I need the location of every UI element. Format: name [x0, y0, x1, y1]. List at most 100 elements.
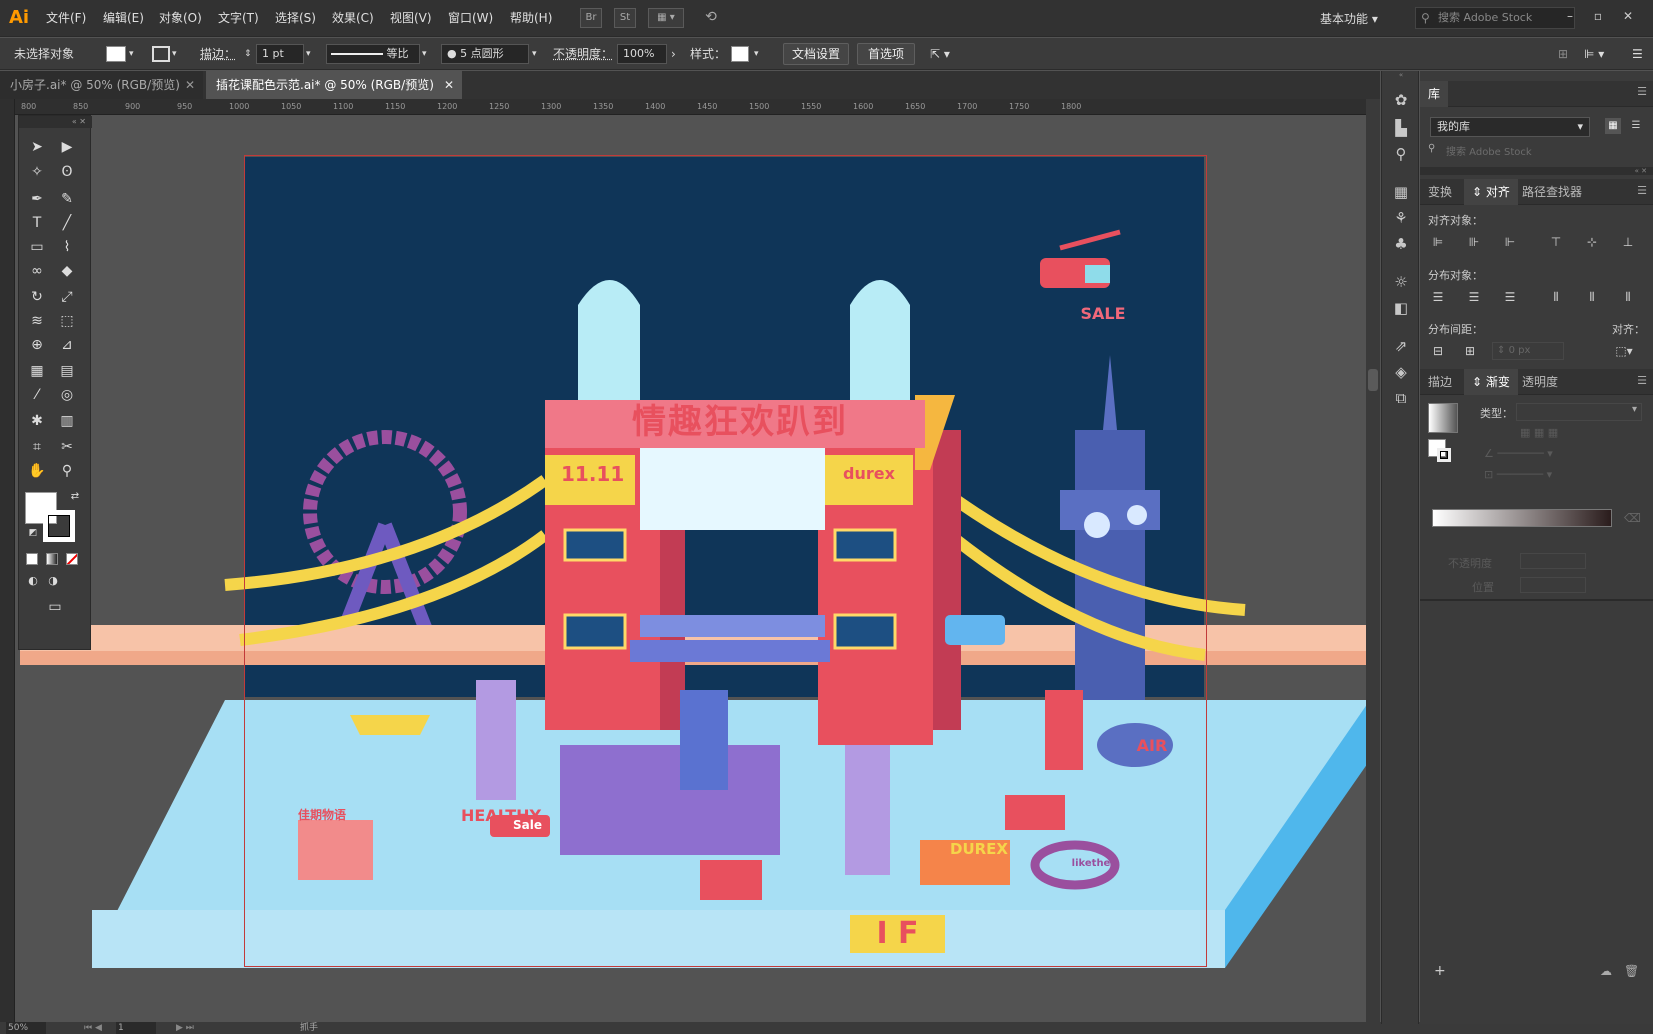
stock-button[interactable]: St [614, 8, 636, 28]
tab-document-1[interactable]: 小房子.ai* @ 50% (RGB/预览) ✕ [0, 71, 203, 99]
align-vcenter-icon[interactable]: ⊹ [1582, 233, 1602, 251]
close-tab-icon[interactable]: ✕ [185, 71, 195, 99]
opacity-label[interactable]: 不透明度： [553, 38, 613, 70]
color-guide-icon[interactable]: ✿ [1389, 89, 1413, 111]
brush-definition[interactable]: ● 5 点圆形 [441, 44, 529, 64]
distribute-bottom-icon[interactable]: ☰ [1500, 288, 1520, 306]
pen-tool-icon[interactable]: ✒ [25, 188, 49, 210]
fill-swatch[interactable] [106, 46, 126, 62]
chevron-down-icon[interactable]: ▾ [172, 38, 177, 70]
gradient-type-dropdown[interactable]: ▾ [1516, 403, 1642, 421]
arrange-icon[interactable]: ⇱ ▾ [930, 38, 950, 70]
align-icon[interactable]: ⊫ ▾ [1584, 38, 1604, 70]
close-icon[interactable]: ✕ [1618, 6, 1638, 26]
shape-builder-tool-icon[interactable]: ⊕ [25, 334, 49, 356]
none-mode-icon[interactable] [66, 553, 78, 565]
stock-search-input[interactable]: 搜索 Adobe Stock [1415, 7, 1575, 29]
align-left-icon[interactable]: ⊫ [1428, 233, 1448, 251]
layers-icon[interactable]: ◈ [1389, 361, 1413, 383]
tab-transform[interactable]: 变换 [1420, 179, 1460, 205]
align-top-icon[interactable]: ⊤ [1546, 233, 1566, 251]
gpu-performance-icon[interactable]: ⟲ [700, 8, 722, 28]
stroke-weight-input[interactable]: 1 pt [256, 44, 304, 64]
menu-effect[interactable]: 效果(C) [332, 0, 374, 37]
chevron-right-icon[interactable]: › [671, 38, 676, 70]
stepper-icon[interactable]: ⇕ [244, 38, 252, 70]
document-setup-button[interactable]: 文档设置 [783, 43, 849, 65]
artboard-number[interactable]: 1 [116, 1022, 156, 1034]
gradient-stroke-swatch[interactable] [1437, 448, 1451, 462]
zoom-level[interactable]: 50% [6, 1022, 46, 1034]
direct-selection-tool-icon[interactable]: ▶ [55, 136, 79, 158]
gradient-tool-icon[interactable]: ▤ [55, 360, 79, 382]
appearance-icon[interactable]: ☼ [1389, 271, 1413, 293]
cloud-sync-icon[interactable]: ☁ [1600, 964, 1612, 978]
preferences-button[interactable]: 首选项 [857, 43, 915, 65]
list-view-icon[interactable]: ☰ [1628, 118, 1644, 134]
menu-window[interactable]: 窗口(W) [448, 0, 493, 37]
trash-icon[interactable]: 🗑 [1624, 964, 1639, 978]
panel-group-header[interactable]: « ✕ [1420, 167, 1653, 175]
artboard-tool-icon[interactable]: ⌗ [25, 436, 49, 458]
gradient-opacity-input[interactable] [1520, 553, 1586, 569]
menu-select[interactable]: 选择(S) [275, 0, 316, 37]
blend-tool-icon[interactable]: ◎ [55, 384, 79, 406]
distribute-left-icon[interactable]: ⫴ [1546, 288, 1566, 306]
image-trace-icon[interactable]: ⚲ [1389, 143, 1413, 165]
graph-tool-icon[interactable]: ▥ [55, 410, 79, 432]
rotate-tool-icon[interactable]: ↻ [25, 286, 49, 308]
scroll-thumb[interactable] [1368, 369, 1378, 391]
align-to-selection-icon[interactable]: ⬚▾ [1614, 342, 1634, 360]
next-artboard-icon[interactable]: ▶ ⏭ [176, 1022, 194, 1034]
gradient-location-input[interactable] [1520, 577, 1586, 593]
tab-pathfinder[interactable]: 路径查找器 [1514, 179, 1590, 205]
swap-colors-icon[interactable]: ⇄ [63, 486, 87, 508]
tab-library[interactable]: 库 [1420, 81, 1449, 107]
tab-document-2[interactable]: 插花课配色示范.ai* @ 50% (RGB/预览) ✕ [206, 71, 462, 99]
minimize-icon[interactable]: – [1560, 6, 1580, 26]
zoom-tool-icon[interactable]: ⚲ [55, 460, 79, 482]
lasso-tool-icon[interactable]: ʘ [55, 161, 79, 183]
close-tab-icon[interactable]: ✕ [444, 71, 454, 99]
distribute-hcenter-icon[interactable]: ⫴ [1582, 288, 1602, 306]
maximize-icon[interactable]: ▫ [1588, 6, 1608, 26]
bridge-button[interactable]: Br [580, 8, 602, 28]
libraries-icon[interactable]: ▙ [1389, 117, 1413, 139]
selection-tool-icon[interactable]: ➤ [25, 136, 49, 158]
align-bottom-icon[interactable]: ⊥ [1618, 233, 1638, 251]
distribute-vcenter-icon[interactable]: ☰ [1464, 288, 1484, 306]
menu-help[interactable]: 帮助(H) [510, 0, 552, 37]
curvature-tool-icon[interactable]: ✎ [55, 188, 79, 210]
draw-behind-icon[interactable]: ◑ [41, 570, 65, 592]
eraser-tool-icon[interactable]: ◆ [55, 260, 79, 282]
stroke-color-swatch[interactable] [43, 510, 75, 542]
tab-align[interactable]: ⇕ 对齐 [1464, 179, 1518, 205]
spacing-input[interactable]: ⇕ 0 px [1492, 342, 1564, 360]
default-colors-icon[interactable]: ◩ [21, 522, 45, 544]
symbols-icon[interactable]: ♣ [1389, 233, 1413, 255]
graphic-style-swatch[interactable] [731, 46, 749, 62]
symbol-sprayer-tool-icon[interactable]: ✱ [25, 410, 49, 432]
transform-icon[interactable]: ⊞ [1558, 38, 1568, 70]
menu-edit[interactable]: 编辑(E) [103, 0, 144, 37]
distribute-right-icon[interactable]: ⫴ [1618, 288, 1638, 306]
menu-object[interactable]: 对象(O) [159, 0, 202, 37]
arrange-documents-icon[interactable]: ▦ ▾ [648, 8, 684, 28]
add-library-icon[interactable]: + [1434, 963, 1446, 979]
vertical-spacing-icon[interactable]: ⊟ [1428, 342, 1448, 360]
align-hcenter-icon[interactable]: ⊪ [1464, 233, 1484, 251]
tab-transparency[interactable]: 透明度 [1514, 369, 1566, 395]
color-mode-icon[interactable] [26, 553, 38, 565]
menu-type[interactable]: 文字(T) [218, 0, 259, 37]
brushes-icon[interactable]: ⚘ [1389, 207, 1413, 229]
screen-mode-icon[interactable]: ▭ [39, 596, 71, 618]
opacity-input[interactable]: 100% [617, 44, 667, 64]
slice-tool-icon[interactable]: ✂ [55, 436, 79, 458]
chevron-down-icon[interactable]: ▾ [754, 38, 759, 70]
line-tool-icon[interactable]: ╱ [55, 212, 79, 234]
hand-tool-icon[interactable]: ✋ [25, 460, 49, 482]
delete-stop-icon[interactable]: ⌫ [1624, 511, 1641, 525]
shaper-tool-icon[interactable]: ∞ [25, 260, 49, 282]
library-search-input[interactable]: 搜索 Adobe Stock [1446, 143, 1646, 158]
library-dropdown[interactable]: 我的库 ▾ [1430, 117, 1590, 137]
